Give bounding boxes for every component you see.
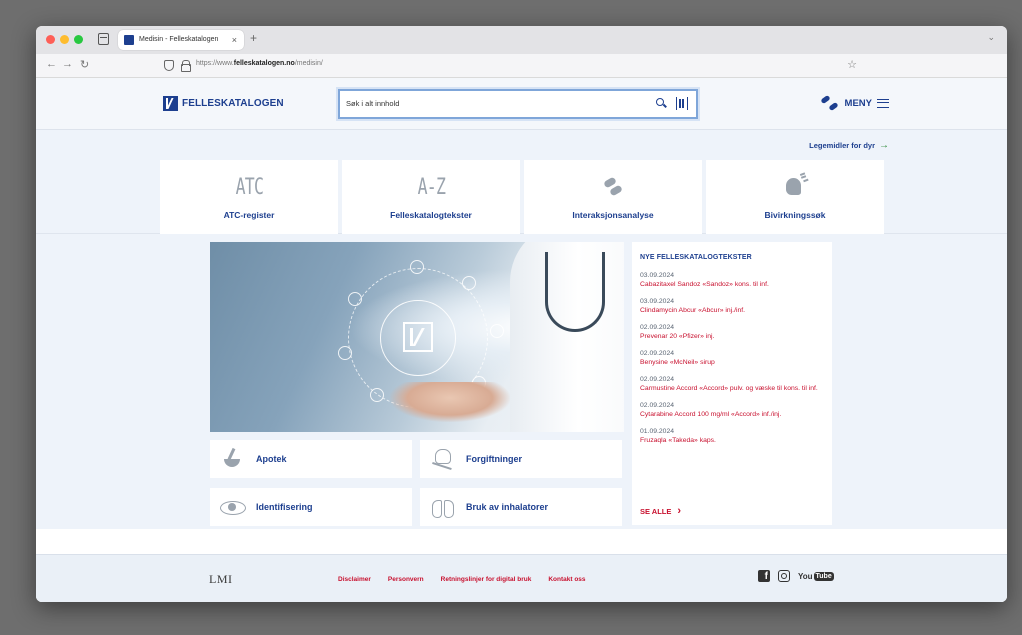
lock-icon[interactable] <box>181 60 191 72</box>
social-links: f You Tube <box>758 570 834 582</box>
youtube-icon[interactable]: You Tube <box>798 571 834 581</box>
eye-icon <box>220 495 246 519</box>
menu-label: MENY <box>844 97 872 109</box>
news-panel: NYE FELLESKATALOGTEKSTER 03.09.2024 Caba… <box>632 242 832 525</box>
menu-button[interactable]: MENY <box>819 94 889 112</box>
contact-link[interactable]: Kontakt oss <box>548 576 585 583</box>
tab-close-icon[interactable]: × <box>232 30 237 50</box>
list-item[interactable]: 02.09.2024 Benysine «McNeil» sirup <box>640 349 824 367</box>
facebook-icon[interactable]: f <box>758 570 770 582</box>
pills-icon <box>819 94 839 112</box>
favicon-icon <box>124 35 134 45</box>
site-logo[interactable]: FELLESKATALOGEN <box>163 96 284 111</box>
tile-bivirkningssok[interactable]: Bivirkningssøk <box>706 160 884 234</box>
tab-title: Medisin - Felleskatalogen <box>139 36 219 43</box>
browser-window: Medisin - Felleskatalogen × + ⌄ ← → ↻ ht… <box>36 26 1007 602</box>
back-arrow-icon[interactable]: ← <box>46 58 57 70</box>
browser-tab[interactable]: Medisin - Felleskatalogen × <box>118 30 244 50</box>
atc-icon: ATC <box>235 175 263 200</box>
list-item[interactable]: 01.09.2024 Fruzaqla «Takeda» kaps. <box>640 427 824 445</box>
forgiftninger-link[interactable]: Forgiftninger <box>420 440 622 478</box>
head-icon <box>784 176 806 198</box>
privacy-link[interactable]: Personvern <box>388 576 424 583</box>
search-icon[interactable] <box>656 98 666 108</box>
news-title: NYE FELLESKATALOGTEKSTER <box>640 254 752 261</box>
search-box[interactable] <box>338 89 698 119</box>
tile-label: Bivirkningssøk <box>764 210 826 220</box>
hero-image <box>210 242 624 432</box>
chevron-right-icon: › <box>677 505 682 517</box>
site-header: FELLESKATALOGEN MENY <box>36 78 1007 130</box>
tile-label: ATC-register <box>223 210 275 220</box>
capsules-icon <box>602 176 624 197</box>
reload-icon[interactable]: ↻ <box>80 58 89 71</box>
arrow-right-icon: → <box>879 140 889 151</box>
main-tools-band: ATC ATC-register A-Z Felleskatalogtekste… <box>36 160 1007 234</box>
forward-arrow-icon[interactable]: → <box>62 58 73 70</box>
digital-guidelines-link[interactable]: Retningslinjer for digital bruk <box>441 576 532 583</box>
list-item[interactable]: 02.09.2024 Cytarabine Accord 100 mg/ml «… <box>640 401 824 419</box>
sub-navigation-bar: Legemidler for dyr → <box>36 130 1007 160</box>
maximize-window-button[interactable] <box>74 35 83 44</box>
tab-overview-icon[interactable] <box>98 33 109 45</box>
list-item[interactable]: 03.09.2024 Cabazitaxel Sandoz «Sandoz» k… <box>640 271 824 289</box>
disclaimer-link[interactable]: Disclaimer <box>338 576 371 583</box>
lmi-logo[interactable]: LMI <box>209 572 233 587</box>
veterinary-drugs-link[interactable]: Legemidler for dyr → <box>809 140 889 151</box>
lungs-icon <box>430 495 454 519</box>
list-item[interactable]: 02.09.2024 Carmustine Accord «Accord» pu… <box>640 375 824 393</box>
tile-felleskatalogtekster[interactable]: A-Z Felleskatalogtekster <box>342 160 520 234</box>
browser-toolbar: ← → ↻ https://www.felleskatalogen.no/med… <box>36 54 1007 78</box>
inhalatorer-link[interactable]: Bruk av inhalatorer <box>420 488 622 526</box>
bookmark-star-icon[interactable]: ☆ <box>847 58 857 71</box>
web-page: FELLESKATALOGEN MENY Legemidler for dyr … <box>36 78 1007 602</box>
identifisering-link[interactable]: Identifisering <box>210 488 412 526</box>
list-item[interactable]: 03.09.2024 Clindamycin Abcur «Abcur» inj… <box>640 297 824 315</box>
logo-k-icon <box>403 322 433 352</box>
tile-atc-register[interactable]: ATC ATC-register <box>160 160 338 234</box>
site-footer: LMI Disclaimer Personvern Retningslinjer… <box>36 554 1007 602</box>
a-z-icon: A-Z <box>417 175 445 200</box>
skull-icon <box>430 447 454 471</box>
main-content: Apotek Forgiftninger Identifisering Bruk… <box>36 234 1007 529</box>
hamburger-icon <box>877 98 889 108</box>
address-bar[interactable]: https://www.felleskatalogen.no/medisin/ <box>196 60 323 67</box>
logo-text: FELLESKATALOGEN <box>182 98 284 109</box>
logo-k-icon <box>163 96 178 111</box>
instagram-icon[interactable] <box>778 570 790 582</box>
list-item[interactable]: 02.09.2024 Prevenar 20 «Pfizer» inj. <box>640 323 824 341</box>
see-all-link[interactable]: SE ALLE › <box>640 505 681 517</box>
new-tab-button[interactable]: + <box>250 31 257 45</box>
chevron-down-icon[interactable]: ⌄ <box>987 32 995 43</box>
barcode-scan-icon[interactable] <box>676 97 688 110</box>
close-window-button[interactable] <box>46 35 55 44</box>
tab-bar: Medisin - Felleskatalogen × + ⌄ <box>36 26 1007 54</box>
tile-label: Felleskatalogtekster <box>390 210 472 220</box>
search-input[interactable] <box>346 99 626 108</box>
apotek-link[interactable]: Apotek <box>210 440 412 478</box>
tile-label: Interaksjonsanalyse <box>572 210 654 220</box>
shield-icon[interactable] <box>164 60 174 71</box>
footer-links: Disclaimer Personvern Retningslinjer for… <box>338 576 603 583</box>
minimize-window-button[interactable] <box>60 35 69 44</box>
tile-interaksjonsanalyse[interactable]: Interaksjonsanalyse <box>524 160 702 234</box>
mortar-pestle-icon <box>220 447 244 471</box>
